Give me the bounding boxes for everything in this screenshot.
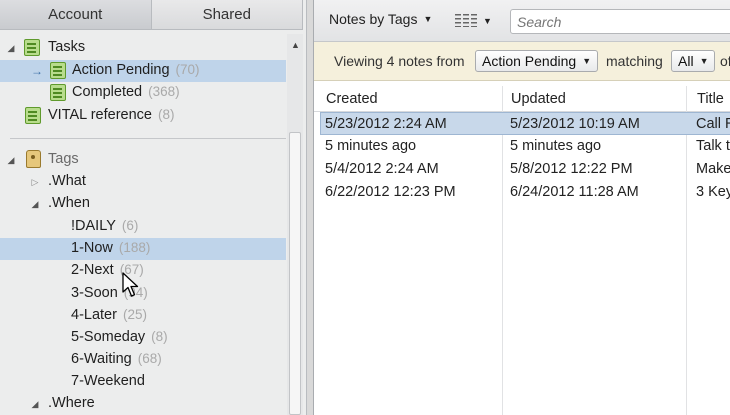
tag-label: 7-Weekend bbox=[71, 373, 145, 389]
tag-item[interactable]: 4-Later (25) bbox=[0, 305, 286, 327]
tree-item-tasks[interactable]: ◢ Tasks bbox=[0, 37, 286, 59]
cell-updated: 6/24/2012 11:28 AM bbox=[510, 184, 639, 200]
list-view-icon bbox=[455, 14, 477, 27]
tab-account[interactable]: Account bbox=[0, 0, 152, 29]
notebook-icon bbox=[50, 84, 66, 101]
notebook-icon bbox=[50, 62, 66, 79]
note-count: (8) bbox=[157, 107, 175, 122]
chevron-down-icon: ▼ bbox=[582, 56, 592, 66]
arrow-right-icon: → bbox=[31, 64, 43, 78]
notebook-stack-icon bbox=[24, 39, 40, 56]
match-scope-value: All bbox=[678, 53, 694, 69]
notebook-icon bbox=[25, 107, 41, 124]
note-count: (25) bbox=[122, 307, 147, 322]
sidebar: Account Shared ◢ Tasks → Action Pending(… bbox=[0, 0, 307, 415]
cell-created: 5 minutes ago bbox=[325, 138, 417, 154]
notebook-tree: ◢ Tasks → Action Pending (70) Completed (3… bbox=[0, 34, 287, 415]
tree-item-label: Action Pending (70) bbox=[72, 62, 200, 78]
collapse-arrow-icon[interactable]: ◢ bbox=[6, 155, 16, 166]
tab-shared[interactable]: Shared bbox=[151, 0, 303, 29]
note-count: (8) bbox=[151, 329, 168, 344]
tree-item-label: .Where bbox=[48, 395, 95, 411]
tree-item-vital-reference[interactable]: VITAL reference (8) bbox=[0, 105, 286, 127]
tag-item[interactable]: 6-Waiting (68) bbox=[0, 349, 286, 371]
tag-item[interactable]: 3-Soon (94) bbox=[0, 283, 286, 305]
search-input[interactable] bbox=[510, 9, 730, 34]
notes-table: Created Updated Title 5/23/2012 2:24 AM … bbox=[314, 83, 730, 415]
note-count: (6) bbox=[121, 218, 139, 233]
tag-label: 5-Someday (8) bbox=[71, 329, 168, 345]
column-header-title[interactable]: Title bbox=[697, 91, 724, 107]
notebook-filter-value: Action Pending bbox=[482, 53, 577, 69]
table-header: Created Updated Title bbox=[314, 86, 730, 112]
cell-created: 6/22/2012 12:23 PM bbox=[325, 184, 456, 200]
filter-matching-text: matching bbox=[606, 53, 663, 69]
tree-item-when[interactable]: ◢ .When bbox=[0, 193, 286, 215]
tag-label: 6-Waiting (68) bbox=[71, 351, 162, 367]
tree-item-completed[interactable]: Completed (368) bbox=[0, 82, 286, 104]
tree-item-action-pending[interactable]: → Action Pending (70) bbox=[0, 60, 286, 82]
match-scope-dropdown[interactable]: All ▼ bbox=[671, 50, 716, 72]
filter-bar: Viewing 4 notes from Action Pending ▼ ma… bbox=[314, 42, 730, 81]
note-count: (368) bbox=[148, 84, 180, 99]
note-list-panel: Notes by Tags ▼ ▼ Viewing 4 notes from A… bbox=[313, 0, 730, 415]
tag-item[interactable]: 1-Now (188) bbox=[0, 238, 286, 260]
tree-item-label: VITAL reference (8) bbox=[48, 107, 175, 123]
cell-title: Make bbox=[696, 161, 730, 177]
tree-item-label: .What bbox=[48, 173, 86, 189]
cell-updated: 5 minutes ago bbox=[510, 138, 602, 154]
view-mode-dropdown[interactable]: Notes by Tags ▼ bbox=[329, 11, 432, 27]
sidebar-scrollbar[interactable]: ▲ bbox=[287, 34, 303, 415]
note-count: (188) bbox=[118, 240, 151, 255]
scroll-up-icon[interactable]: ▲ bbox=[291, 40, 300, 50]
cell-created: 5/23/2012 2:24 AM bbox=[325, 116, 447, 132]
filter-prefix: Viewing 4 notes from bbox=[334, 53, 465, 69]
cell-title: 3 Key bbox=[696, 184, 730, 200]
cell-title: Call R bbox=[696, 116, 730, 132]
tree-item-tags[interactable]: ◢ Tags bbox=[0, 149, 286, 171]
tag-label: 4-Later (25) bbox=[71, 307, 147, 323]
tree-item-label: Completed (368) bbox=[72, 84, 180, 100]
cell-updated: 5/23/2012 10:19 AM bbox=[510, 116, 640, 132]
chevron-down-icon: ▼ bbox=[423, 14, 433, 24]
list-layout-dropdown[interactable]: ▼ bbox=[455, 14, 492, 27]
tag-label: 1-Now (188) bbox=[71, 240, 151, 256]
sidebar-tabs: Account Shared bbox=[0, 0, 303, 30]
column-header-updated[interactable]: Updated bbox=[511, 91, 566, 107]
tag-item[interactable]: 7-Weekend bbox=[0, 371, 286, 393]
chevron-down-icon: ▼ bbox=[483, 15, 492, 26]
tag-item[interactable]: !DAILY (6) bbox=[0, 216, 286, 238]
collapse-arrow-icon[interactable]: ◢ bbox=[30, 399, 40, 410]
table-row[interactable]: 5/23/2012 2:24 AM 5/23/2012 10:19 AM Cal… bbox=[320, 112, 730, 135]
notebook-filter-dropdown[interactable]: Action Pending ▼ bbox=[475, 50, 599, 72]
note-count: (68) bbox=[137, 351, 162, 366]
filter-suffix: of bbox=[720, 53, 730, 69]
tree-item-label: Tags bbox=[48, 151, 79, 167]
tag-label: !DAILY (6) bbox=[71, 218, 139, 234]
scrollbar-thumb[interactable] bbox=[289, 132, 301, 415]
tree-item-label: Tasks bbox=[48, 39, 86, 55]
expand-arrow-icon[interactable]: ▷ bbox=[30, 177, 40, 188]
note-count: (70) bbox=[175, 62, 200, 77]
tag-item[interactable]: 2-Next (67) bbox=[0, 260, 286, 282]
collapse-arrow-icon[interactable]: ◢ bbox=[6, 43, 16, 54]
table-row[interactable]: 5 minutes ago 5 minutes ago Talk t bbox=[320, 135, 730, 158]
view-mode-label: Notes by Tags bbox=[329, 11, 418, 27]
collapse-arrow-icon[interactable]: ◢ bbox=[30, 199, 40, 210]
table-row[interactable]: 5/4/2012 2:24 AM 5/8/2012 12:22 PM Make bbox=[320, 158, 730, 181]
table-row[interactable]: 6/22/2012 12:23 PM 6/24/2012 11:28 AM 3 … bbox=[320, 181, 730, 204]
tree-item-what[interactable]: ▷ .What bbox=[0, 171, 286, 193]
tree-item-where[interactable]: ◢ .Where bbox=[0, 393, 286, 415]
section-divider bbox=[10, 138, 286, 139]
cell-updated: 5/8/2012 12:22 PM bbox=[510, 161, 633, 177]
cell-created: 5/4/2012 2:24 AM bbox=[325, 161, 439, 177]
note-list-toolbar: Notes by Tags ▼ ▼ bbox=[314, 0, 730, 42]
chevron-down-icon: ▼ bbox=[699, 56, 709, 66]
tag-item[interactable]: 5-Someday (8) bbox=[0, 327, 286, 349]
cell-title: Talk t bbox=[696, 138, 730, 154]
tree-item-label: .When bbox=[48, 195, 90, 211]
tag-icon bbox=[26, 150, 41, 168]
column-header-created[interactable]: Created bbox=[326, 91, 378, 107]
